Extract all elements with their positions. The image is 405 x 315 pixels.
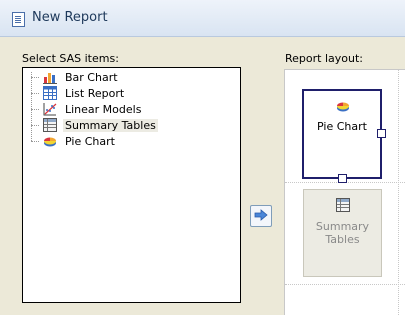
add-to-layout-button[interactable] [250,205,272,227]
resize-handle-right[interactable] [377,129,386,138]
report-layout-label: Report layout: [285,52,363,65]
tree-item-label: List Report [65,86,125,100]
report-icon [12,12,25,27]
report-layout-grid[interactable]: Pie Chart Summary Tables [284,69,405,315]
layout-cell-label: Summary Tables [315,220,370,246]
pie-chart-icon [336,99,350,116]
arrow-right-icon [254,208,268,224]
tree-item-pie-chart[interactable]: Pie Chart [43,133,117,149]
pie-chart-icon [43,134,57,148]
sas-items-tree[interactable]: Bar Chart List Report Linear Models Summ… [22,67,241,303]
window-title: New Report [32,10,108,25]
tree-item-label: Summary Tables [63,118,158,132]
summary-tables-icon [43,118,57,132]
linear-models-icon [43,102,57,116]
tree-item-label: Bar Chart [65,70,118,84]
tree-item-label: Pie Chart [65,134,115,148]
layout-cell-summary-tables[interactable]: Summary Tables [303,189,382,277]
layout-cell-label: Pie Chart [317,120,367,133]
list-report-icon [43,86,57,100]
layout-cell-pie-chart[interactable]: Pie Chart [302,89,386,183]
title-bar: New Report [0,0,405,37]
tree-item-list-report[interactable]: List Report [43,85,126,101]
select-items-label: Select SAS items: [22,52,119,65]
resize-handle-bottom[interactable] [338,174,347,183]
summary-tables-icon [336,198,350,215]
tree-item-linear-models[interactable]: Linear Models [43,101,143,117]
bar-chart-icon [43,70,57,84]
tree-item-label: Linear Models [65,102,142,116]
tree-item-summary-tables[interactable]: Summary Tables [43,117,158,133]
tree-item-bar-chart[interactable]: Bar Chart [43,69,120,85]
